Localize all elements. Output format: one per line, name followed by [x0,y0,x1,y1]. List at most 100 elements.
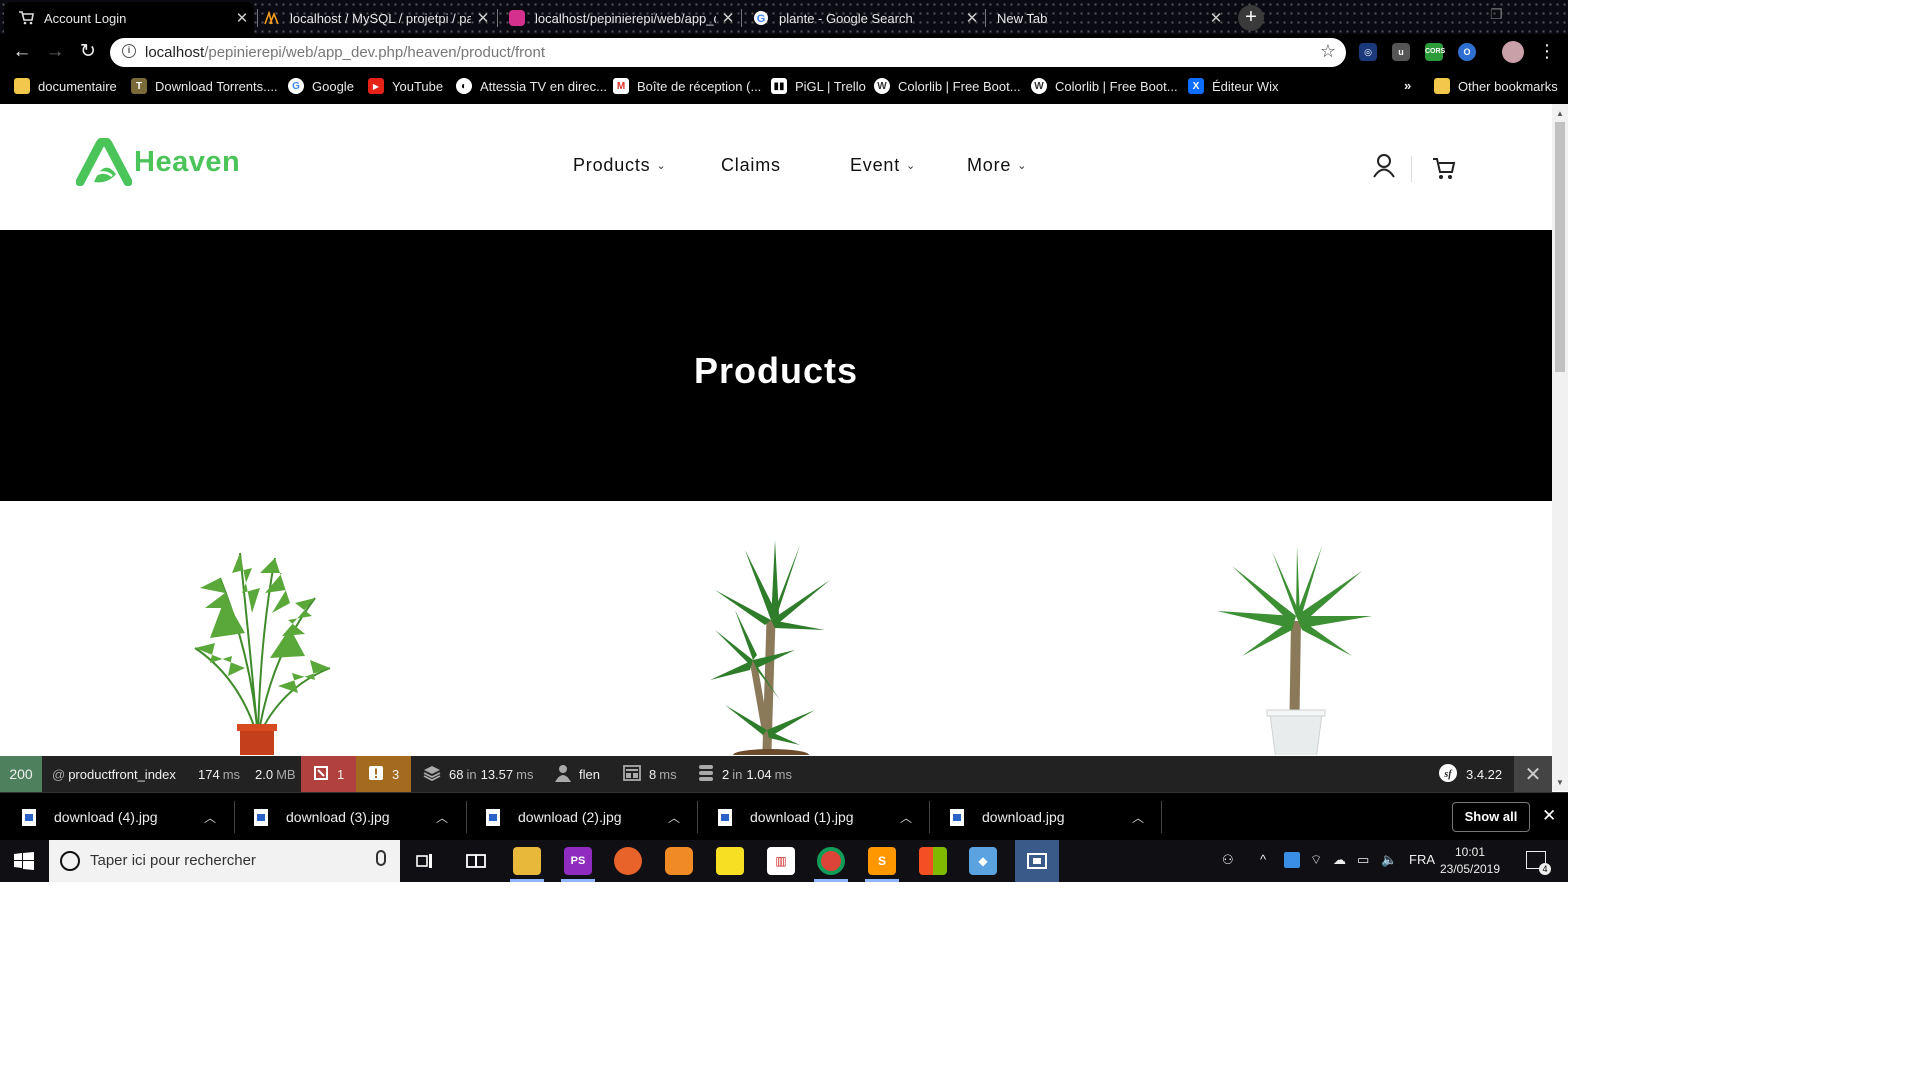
bookmark-wix[interactable]: X Éditeur Wix [1188,78,1278,94]
product-card[interactable] [705,540,845,755]
chrome-menu-icon[interactable]: ⋮ [1538,41,1556,62]
cart-icon[interactable] [1432,157,1456,186]
warnings-indicator[interactable]: 3 [356,756,411,792]
folder-icon [14,78,30,94]
url-text[interactable]: localhost/pepinierepi/web/app_dev.php/he… [145,44,545,61]
bookmark-youtube[interactable]: ▶ YouTube [368,78,443,94]
tray-expand-icon[interactable]: ^ [1260,852,1266,867]
product-card[interactable] [180,538,340,755]
chevron-up-icon[interactable]: ︿ [668,809,680,826]
microsoft-store-icon[interactable] [919,847,947,875]
firefox-icon[interactable] [614,847,642,875]
tray-app-icon[interactable] [1284,852,1300,868]
battery-icon[interactable]: ▭ [1357,852,1369,868]
close-downloads-icon[interactable]: ✕ [1542,806,1556,826]
o-ext-icon[interactable]: O [1458,43,1476,61]
bookmark-trello[interactable]: ▮▮ PiGL | Trello [771,78,866,94]
tab-localhost-app[interactable]: localhost/pepinierepi/web/app_d ✕ [495,2,740,34]
restore-window-icon[interactable]: ❐ [1490,6,1503,23]
chrome-icon[interactable] [817,847,845,875]
bookmark-attessia[interactable]: ◐ Attessia TV en direc... [456,78,607,94]
tab-phpmyadmin[interactable]: localhost / MySQL / projetpi / pa ✕ [250,2,495,34]
action-center-icon[interactable]: 4 [1526,851,1551,875]
phpstorm-icon[interactable]: PS [564,847,592,875]
scroll-down-icon[interactable]: ▼ [1556,778,1564,787]
windows-start-icon[interactable] [14,852,34,875]
back-icon[interactable]: ← [10,41,34,65]
3d-viewer-icon[interactable]: ◆ [969,847,997,875]
tab-google-search[interactable]: G plante - Google Search ✕ [739,2,984,34]
snip-tool-icon[interactable] [1015,840,1059,882]
request-time[interactable]: 174 ms [198,756,240,792]
wifi-icon[interactable]: ⌔ [1310,852,1322,868]
errors-indicator[interactable]: 1 [301,756,356,792]
bookmark-documentaire[interactable]: documentaire [14,78,117,94]
close-icon[interactable]: ✕ [716,9,740,27]
nav-claims[interactable]: Claims [721,155,781,176]
close-icon[interactable]: ✕ [1204,9,1228,27]
route-name[interactable]: @ productfront_index [52,756,176,792]
sublime-text-icon[interactable]: S [868,847,896,875]
bookmark-star-icon[interactable]: ☆ [1320,41,1336,62]
tab-account-login[interactable]: Account Login ✕ [4,2,254,34]
symfony-version[interactable]: sf 3.4.22 [1438,756,1502,792]
brave-icon[interactable] [665,847,693,875]
download-item[interactable]: download (2).jpg ︿ [486,793,691,841]
bookmark-download-torrents[interactable]: T Download Torrents.... [131,78,278,94]
nav-products[interactable]: Products ⌄ [573,155,666,176]
chevron-up-icon[interactable]: ︿ [204,809,216,826]
download-item[interactable]: download.jpg ︿ [950,793,1155,841]
cors-ext-icon[interactable]: CORS [1425,43,1445,61]
database-queries[interactable]: 2 in 1.04 ms [698,756,792,792]
site-info-icon[interactable]: i [122,44,136,58]
nav-event[interactable]: Event ⌄ [850,155,916,176]
product-card[interactable] [1212,546,1376,755]
close-icon[interactable]: ✕ [471,9,495,27]
download-item[interactable]: download (1).jpg ︿ [718,793,923,841]
volume-icon[interactable]: 🔈 [1381,852,1397,868]
address-bar[interactable]: i localhost/pepinierepi/web/app_dev.php/… [110,38,1346,67]
search-ext-icon[interactable]: ◎ [1359,43,1377,61]
tab-new-tab[interactable]: New Tab ✕ [983,2,1228,34]
cache-calls[interactable]: 68 in 13.57 ms [423,756,533,792]
forward-icon[interactable]: → [43,41,67,65]
bookmarks-overflow-button[interactable]: » [1404,78,1411,93]
twig-render-time[interactable]: 8 ms [623,756,677,792]
taskbar-search-box[interactable]: Taper ici pour rechercher [49,840,400,882]
close-toolbar-icon[interactable]: ✕ [1514,756,1552,792]
close-icon[interactable]: ✕ [960,9,984,27]
download-item[interactable]: download (4).jpg ︿ [22,793,227,841]
page-scrollbar[interactable]: ▲ ▼ [1552,104,1568,791]
other-bookmarks[interactable]: Other bookmarks [1434,78,1558,94]
app-switcher-icon[interactable] [462,847,490,875]
bookmark-colorlib-2[interactable]: W Colorlib | Free Boot... [1031,78,1178,94]
popcorn-time-icon[interactable]: ▥ [767,847,795,875]
system-clock[interactable]: 10:01 23/05/2019 [1430,844,1510,878]
status-code-badge[interactable]: 200 [0,756,42,792]
scrollbar-thumb[interactable] [1555,122,1565,372]
bookmark-google[interactable]: G Google [288,78,354,94]
nav-more[interactable]: More ⌄ [967,155,1027,176]
reload-icon[interactable]: ↻ [76,41,100,65]
microphone-icon[interactable] [376,850,386,866]
memory-usage[interactable]: 2.0 MB [255,756,296,792]
user-account-icon[interactable] [1373,154,1395,183]
onedrive-icon[interactable]: ☁ [1333,852,1346,868]
task-view-icon[interactable] [412,847,440,875]
show-all-downloads-button[interactable]: Show all [1452,802,1530,832]
sticky-notes-icon[interactable] [716,847,744,875]
scroll-up-icon[interactable]: ▲ [1556,109,1564,118]
bookmark-colorlib-1[interactable]: W Colorlib | Free Boot... [874,78,1021,94]
new-tab-button[interactable]: + [1238,5,1264,31]
chevron-up-icon[interactable]: ︿ [1132,809,1144,826]
security-user[interactable]: flen [555,756,600,792]
chevron-up-icon[interactable]: ︿ [436,809,448,826]
file-explorer-icon[interactable] [513,847,541,875]
profile-avatar-icon[interactable] [1502,41,1524,63]
people-icon[interactable]: ⚇ [1222,852,1234,868]
ublock-ext-icon[interactable]: u [1392,43,1410,61]
download-item[interactable]: download (3).jpg ︿ [254,793,459,841]
site-logo[interactable]: Heaven [76,138,240,186]
chevron-up-icon[interactable]: ︿ [900,809,912,826]
bookmark-gmail[interactable]: M Boîte de réception (... [613,78,761,94]
